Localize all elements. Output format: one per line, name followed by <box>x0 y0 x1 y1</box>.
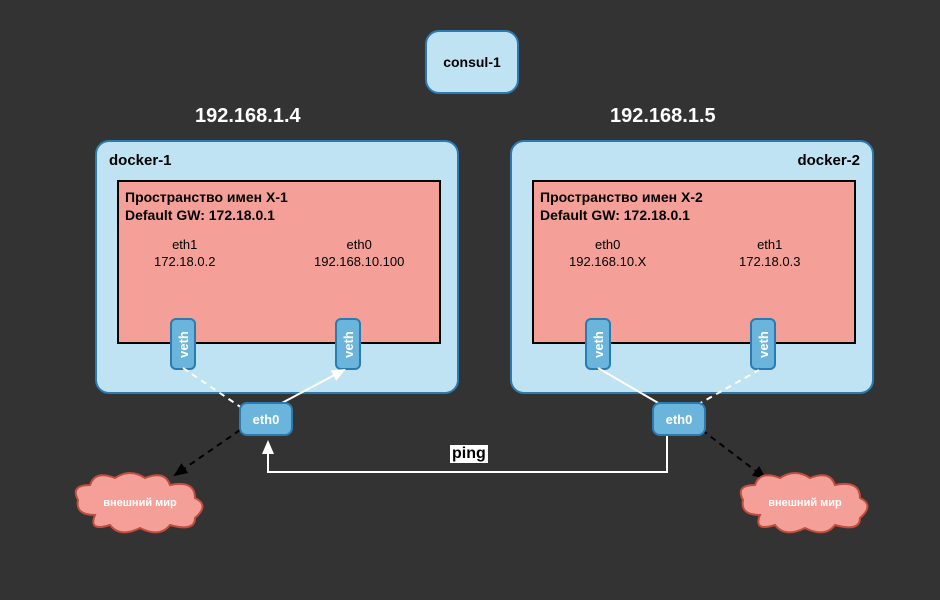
ns-left-title: Пространство имен X-1 Default GW: 172.18… <box>119 182 439 224</box>
docker-right-label: docker-2 <box>797 152 860 169</box>
veth-box-left-b: veth <box>335 318 361 370</box>
iface-name: eth0 <box>569 237 646 254</box>
iface-name: eth1 <box>739 237 800 254</box>
host-right-ip: 192.168.1.5 <box>610 105 716 128</box>
ns-left-title1: Пространство имен X-1 <box>125 189 288 205</box>
ns-right-title2: Default GW: 172.18.0.1 <box>540 207 690 223</box>
iface-right-eth0: eth0 192.168.10.X <box>569 237 646 271</box>
ns-left-title2: Default GW: 172.18.0.1 <box>125 207 275 223</box>
ns-right-title1: Пространство имен X-2 <box>540 189 703 205</box>
iface-ip: 192.168.10.100 <box>314 254 404 271</box>
veth-box-left-a: veth <box>170 318 196 370</box>
docker-left-label: docker-1 <box>109 152 172 169</box>
veth-box-right-b: veth <box>750 318 776 370</box>
docker-box-left: docker-1 Пространство имен X-1 Default G… <box>95 140 459 394</box>
ping-label: ping <box>450 445 488 463</box>
docker-box-right: docker-2 Пространство имен X-2 Default G… <box>510 140 874 394</box>
host-left-ip: 192.168.1.4 <box>195 105 301 128</box>
cloud-right-label: внешний мир <box>768 497 842 509</box>
iface-ip: 192.168.10.X <box>569 254 646 271</box>
iface-right-eth1: eth1 172.18.0.3 <box>739 237 800 271</box>
veth-box-right-a: veth <box>585 318 611 370</box>
veth-label: veth <box>176 331 191 358</box>
cloud-left: внешний мир <box>70 470 210 535</box>
ns-right-title: Пространство имен X-2 Default GW: 172.18… <box>534 182 854 224</box>
diagram-canvas: consul-1 192.168.1.4 192.168.1.5 docker-… <box>0 0 940 600</box>
eth0-right: eth0 <box>652 402 706 436</box>
iface-ip: 172.18.0.2 <box>154 254 215 271</box>
consul-label: consul-1 <box>443 54 501 70</box>
iface-ip: 172.18.0.3 <box>739 254 800 271</box>
eth0-label: eth0 <box>666 412 693 427</box>
eth0-left: eth0 <box>239 402 293 436</box>
cloud-left-label: внешний мир <box>103 497 177 509</box>
veth-label: veth <box>756 331 771 358</box>
consul-node: consul-1 <box>425 30 519 94</box>
iface-name: eth1 <box>154 237 215 254</box>
iface-left-eth0: eth0 192.168.10.100 <box>314 237 404 271</box>
iface-name: eth0 <box>314 237 404 254</box>
veth-label: veth <box>341 331 356 358</box>
cloud-right: внешний мир <box>735 470 875 535</box>
iface-left-eth1: eth1 172.18.0.2 <box>154 237 215 271</box>
namespace-right: Пространство имен X-2 Default GW: 172.18… <box>532 180 856 344</box>
namespace-left: Пространство имен X-1 Default GW: 172.18… <box>117 180 441 344</box>
veth-label: veth <box>591 331 606 358</box>
eth0-label: eth0 <box>253 412 280 427</box>
